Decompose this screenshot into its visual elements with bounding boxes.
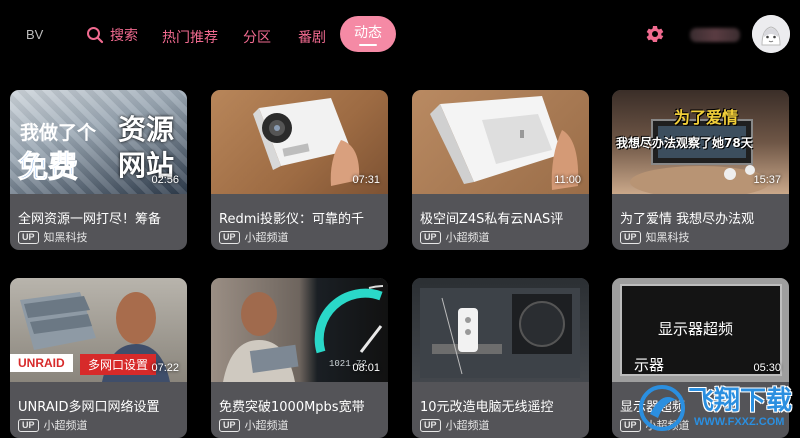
- video-duration: 07:22: [151, 362, 179, 374]
- video-card[interactable]: 我做了个 免费 资源 网站 02:56 全网资源一网打尽！筹备 UP 知黑科技: [10, 90, 187, 250]
- thumb-caption: 显示器超频: [658, 320, 734, 338]
- video-thumbnail: UNRAID 多网口设置 07:22: [10, 278, 187, 382]
- video-thumbnail: 1021.72 08:01: [211, 278, 388, 382]
- uploader-name: 知黑科技: [645, 231, 690, 244]
- uploader-row: UP 小超频道: [219, 229, 289, 245]
- video-card[interactable]: 10元改造电脑无线遥控 UP 小超频道: [412, 278, 589, 438]
- video-card[interactable]: 11:00 极空间Z4S私有云NAS评 UP 小超频道: [412, 90, 589, 250]
- avatar-image: [752, 15, 790, 53]
- video-card[interactable]: 为了爱情 我想尽办法观察了她78天 15:37 为了爱情 我想尽办法观 UP 知…: [612, 90, 789, 250]
- video-card[interactable]: 07:31 Redmi投影仪：可靠的千 UP 小超频道: [211, 90, 388, 250]
- watermark-logo-icon: [639, 385, 685, 431]
- uploader-row: UP 小超频道: [420, 229, 490, 245]
- uploader-name: 小超频道: [445, 231, 490, 244]
- app-logo[interactable]: BV: [26, 27, 43, 42]
- search-label: 搜索: [110, 28, 138, 44]
- video-title: 为了爱情 我想尽办法观: [620, 212, 755, 227]
- search-icon: [87, 27, 104, 44]
- up-badge: UP: [620, 230, 641, 244]
- uploader-name: 小超频道: [43, 419, 88, 432]
- uploader-name: 小超频道: [445, 419, 490, 432]
- watermark-text: 飞翔下载: [688, 386, 793, 416]
- video-title: 免费突破1000Mpbs宽带: [219, 400, 365, 415]
- up-badge: UP: [18, 230, 39, 244]
- video-title: Redmi投影仪：可靠的千: [219, 212, 364, 227]
- video-card[interactable]: 1021.72 08:01 免费突破1000Mpbs宽带 UP 小超频道: [211, 278, 388, 438]
- thumb-caption: 我想尽办法观察了她78天: [616, 136, 753, 150]
- uploader-row: UP 小超频道: [219, 417, 289, 433]
- video-duration: 07:31: [352, 174, 380, 186]
- video-duration: 08:01: [352, 362, 380, 374]
- uploader-row: UP 知黑科技: [18, 229, 88, 245]
- up-badge: UP: [18, 418, 39, 432]
- video-card[interactable]: UNRAID 多网口设置 07:22 UNRAID多网口网络设置 UP 小超频道: [10, 278, 187, 438]
- tab-hot-recommend[interactable]: 热门推荐: [162, 27, 218, 47]
- active-tab-indicator: [359, 44, 377, 46]
- video-duration: 05:30: [753, 362, 781, 374]
- video-duration: 15:37: [753, 174, 781, 186]
- motherboard-image: [420, 288, 580, 378]
- video-thumbnail: 我做了个 免费 资源 网站 02:56: [10, 90, 187, 194]
- up-badge: UP: [219, 418, 240, 432]
- uploader-name: 小超频道: [244, 419, 289, 432]
- tab-feed-active[interactable]: 动态: [340, 16, 396, 52]
- tab-category[interactable]: 分区: [243, 27, 271, 47]
- video-thumbnail: 为了爱情 我想尽办法观察了她78天 15:37: [612, 90, 789, 194]
- top-nav-bar: BV 搜索 热门推荐 分区 番剧 动态: [0, 0, 800, 72]
- up-badge: UP: [420, 230, 441, 244]
- gear-icon[interactable]: [643, 22, 667, 46]
- uploader-row: UP 小超频道: [18, 417, 88, 433]
- uploader-row: UP 知黑科技: [620, 229, 690, 245]
- avatar[interactable]: [752, 15, 790, 53]
- thumb-caption: 我做了个: [20, 122, 97, 144]
- thumb-caption: 多网口设置: [80, 354, 157, 375]
- tab-bangumi[interactable]: 番剧: [298, 27, 326, 47]
- thumb-caption: UNRAID: [10, 354, 73, 372]
- video-thumbnail: 11:00: [412, 90, 589, 194]
- video-thumbnail: [412, 278, 589, 382]
- username-blurred[interactable]: [690, 28, 740, 42]
- thumb-caption: 为了爱情: [674, 108, 739, 127]
- uploader-name: 小超频道: [244, 231, 289, 244]
- video-title: UNRAID多网口网络设置: [18, 400, 160, 415]
- uploader-row: UP 小超频道: [420, 417, 490, 433]
- video-title: 全网资源一网打尽！筹备: [18, 212, 162, 227]
- uploader-name: 知黑科技: [43, 231, 88, 244]
- thumb-caption: 资源: [118, 113, 175, 146]
- thumb-caption: 示器: [634, 356, 665, 374]
- site-watermark: 飞翔下载 WWW.FXXZ.COM: [632, 378, 800, 438]
- tab-feed-label: 动态: [354, 25, 382, 41]
- video-thumbnail: 07:31: [211, 90, 388, 194]
- up-badge: UP: [420, 418, 441, 432]
- watermark-url: WWW.FXXZ.COM: [694, 416, 785, 428]
- video-title: 10元改造电脑无线遥控: [420, 400, 554, 415]
- video-duration: 02:56: [151, 174, 179, 186]
- video-thumbnail: 显示器超频 示器 05:30: [612, 278, 789, 382]
- search-button[interactable]: 搜索: [86, 23, 138, 47]
- video-duration: 11:00: [554, 174, 581, 186]
- up-badge: UP: [219, 230, 240, 244]
- video-title: 极空间Z4S私有云NAS评: [420, 212, 564, 227]
- thumb-caption: 免费: [18, 150, 79, 186]
